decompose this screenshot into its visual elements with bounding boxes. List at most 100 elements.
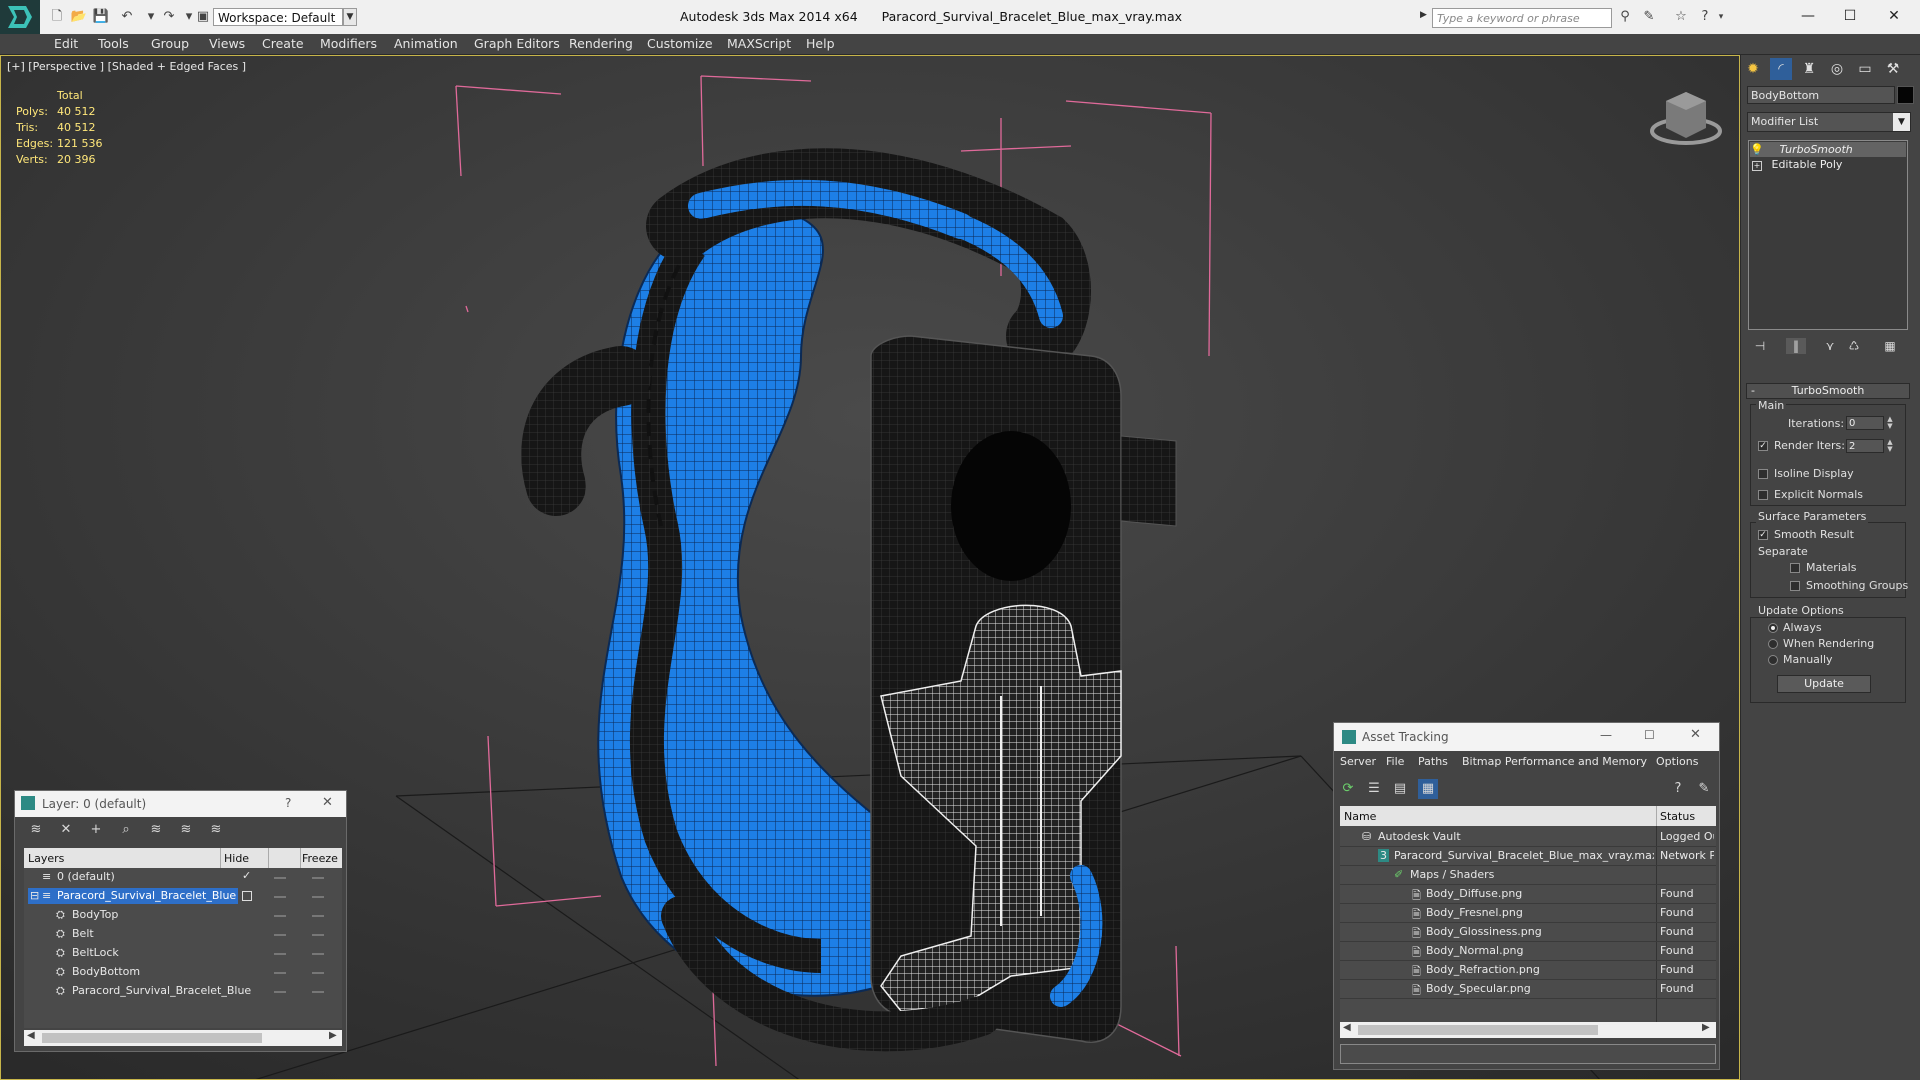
motion-tab-icon[interactable]: ◎ <box>1826 58 1848 80</box>
menu-tools[interactable]: Tools <box>98 34 129 54</box>
layer-row[interactable]: ⛭ BodyBottom <box>24 963 342 981</box>
freeze-toggle[interactable] <box>312 953 324 955</box>
menu-help[interactable]: Help <box>806 34 835 54</box>
manually-radio[interactable] <box>1768 655 1778 665</box>
search-expand-icon[interactable]: ▶ <box>1420 10 1430 26</box>
new-file-icon[interactable]: 🗋 <box>48 8 66 26</box>
show-end-result-icon[interactable]: ‖ <box>1786 338 1806 354</box>
explicit-normals-checkbox[interactable] <box>1758 490 1768 500</box>
scroll-left-icon[interactable]: ◀ <box>27 1030 35 1041</box>
asset-close-button[interactable]: ✕ <box>1690 727 1701 742</box>
object-color-swatch[interactable] <box>1897 86 1914 104</box>
hide-toggle[interactable] <box>274 991 286 993</box>
list-view-icon[interactable]: ☰ <box>1364 779 1384 799</box>
asset-info-icon[interactable]: ✎ <box>1694 779 1714 799</box>
layer-row[interactable]: ⛭ BodyTop <box>24 906 342 924</box>
communication-center-icon[interactable]: ✎ <box>1640 8 1658 26</box>
object-name-field[interactable]: BodyBottom <box>1747 86 1895 104</box>
utilities-tab-icon[interactable]: ⚒ <box>1882 58 1904 80</box>
layers-column-header[interactable]: Layers <box>28 852 64 865</box>
freeze-toggle[interactable] <box>312 896 324 898</box>
workspace-dropdown-arrow-icon[interactable]: ▼ <box>343 8 357 26</box>
workspace-dropdown[interactable]: Workspace: Default <box>213 8 343 26</box>
configure-modifier-sets-icon[interactable]: ▦ <box>1880 338 1900 354</box>
asset-path-field[interactable] <box>1340 1044 1716 1064</box>
help-icon[interactable]: ? <box>1696 8 1714 26</box>
asset-row[interactable]: 🗎 Body_Glossiness.png Found <box>1340 923 1716 942</box>
iterations-field[interactable]: 0 <box>1846 416 1884 430</box>
scroll-right-icon[interactable]: ▶ <box>329 1030 337 1041</box>
modifier-list-dropdown[interactable]: Modifier List <box>1747 112 1911 132</box>
always-radio[interactable] <box>1768 623 1778 633</box>
modify-tab-icon[interactable]: ◜ <box>1770 58 1792 80</box>
layer-close-button[interactable]: ✕ <box>322 795 333 810</box>
status-column-header[interactable]: Status <box>1660 810 1695 823</box>
favorites-star-icon[interactable]: ☆ <box>1672 8 1690 26</box>
turbosmooth-rollout-title[interactable]: - TurboSmooth <box>1746 383 1910 399</box>
layer-row[interactable]: ⛭ Belt <box>24 925 342 943</box>
display-tab-icon[interactable]: ▭ <box>1854 58 1876 80</box>
asset-help-icon[interactable]: ? <box>1668 779 1688 799</box>
layer-help-button[interactable]: ? <box>285 796 291 810</box>
refresh-icon[interactable]: ⟳ <box>1338 779 1358 799</box>
stack-item-turbosmooth[interactable]: 💡 TurboSmooth <box>1750 142 1906 157</box>
render-iters-checkbox[interactable]: ✓ <box>1758 441 1768 451</box>
hide-toggle[interactable] <box>274 877 286 879</box>
asset-row[interactable]: 🗎 Body_Diffuse.png Found <box>1340 885 1716 904</box>
hierarchy-tab-icon[interactable]: ♜ <box>1798 58 1820 80</box>
materials-checkbox[interactable] <box>1790 563 1800 573</box>
layer-highlight-icon[interactable]: ≋ <box>146 820 166 840</box>
render-iters-field[interactable]: 2 <box>1846 439 1884 453</box>
freeze-column-header[interactable]: Freeze <box>302 852 338 865</box>
expand-icon[interactable]: ⊟ <box>30 889 39 902</box>
menu-group[interactable]: Group <box>151 34 189 54</box>
layer-row[interactable]: ⊟ ≡ Paracord_Survival_Bracelet_Blue <box>24 887 342 905</box>
asset-row[interactable]: 🗎 Body_Refraction.png Found <box>1340 961 1716 980</box>
freeze-toggle[interactable] <box>312 877 324 879</box>
asset-menu-paths[interactable]: Paths <box>1418 755 1448 768</box>
open-file-icon[interactable]: 📂 <box>70 8 88 26</box>
layer-dialog-titlebar[interactable]: Layer: 0 (default) ? ✕ <box>15 791 346 817</box>
asset-maximize-button[interactable]: ☐ <box>1644 728 1655 742</box>
modifier-list-arrow-icon[interactable]: ▼ <box>1893 113 1910 131</box>
layer-horizontal-scrollbar[interactable]: ◀ ▶ <box>24 1030 342 1046</box>
layer-row[interactable]: ⛭ Paracord_Survival_Bracelet_Blue <box>24 982 342 1000</box>
asset-menu-file[interactable]: File <box>1386 755 1404 768</box>
remove-modifier-icon[interactable]: ♺ <box>1844 338 1864 354</box>
close-button[interactable]: ✕ <box>1874 4 1914 28</box>
hide-toggle[interactable] <box>274 953 286 955</box>
asset-row[interactable]: ✐ Maps / Shaders <box>1340 866 1716 885</box>
menu-views[interactable]: Views <box>209 34 245 54</box>
current-layer-check-icon[interactable]: ✓ <box>242 869 251 882</box>
layer-add-selected-icon[interactable]: + <box>86 820 106 840</box>
asset-row[interactable]: 3 Paracord_Survival_Bracelet_Blue_max_vr… <box>1340 847 1716 866</box>
menu-edit[interactable]: Edit <box>54 34 78 54</box>
scroll-thumb[interactable] <box>1358 1025 1598 1035</box>
redo-icon[interactable]: ↷ <box>160 8 178 26</box>
binoculars-icon[interactable]: ⚲ <box>1616 8 1634 26</box>
scroll-thumb[interactable] <box>42 1033 262 1043</box>
menu-create[interactable]: Create <box>262 34 304 54</box>
expand-plus-icon[interactable]: + <box>1752 161 1762 171</box>
create-tab-icon[interactable]: ✹ <box>1742 58 1764 80</box>
minimize-button[interactable]: — <box>1788 4 1828 28</box>
update-button[interactable]: Update <box>1777 675 1871 693</box>
keyword-search-input[interactable]: Type a keyword or phrase <box>1432 8 1612 28</box>
make-unique-icon[interactable]: ⋎ <box>1820 338 1840 354</box>
asset-menu-server[interactable]: Server <box>1340 755 1376 768</box>
asset-tracking-titlebar[interactable]: Asset Tracking — ☐ ✕ <box>1334 723 1719 751</box>
hide-toggle[interactable] <box>274 896 286 898</box>
hide-toggle[interactable] <box>274 972 286 974</box>
project-folder-icon[interactable]: ▣ <box>194 8 212 26</box>
current-layer-box-icon[interactable] <box>242 891 252 901</box>
hide-toggle[interactable] <box>274 934 286 936</box>
hide-toggle[interactable] <box>274 915 286 917</box>
stack-item-editable-poly[interactable]: + Editable Poly <box>1750 157 1906 172</box>
menu-rendering[interactable]: Rendering <box>569 34 633 54</box>
asset-minimize-button[interactable]: — <box>1600 728 1612 742</box>
layer-select-objects-icon[interactable]: ⌕ <box>116 820 136 840</box>
asset-row[interactable]: 🗎 Body_Fresnel.png Found <box>1340 904 1716 923</box>
pin-stack-icon[interactable]: ⊣ <box>1750 338 1770 354</box>
menu-animation[interactable]: Animation <box>394 34 458 54</box>
freeze-toggle[interactable] <box>312 991 324 993</box>
